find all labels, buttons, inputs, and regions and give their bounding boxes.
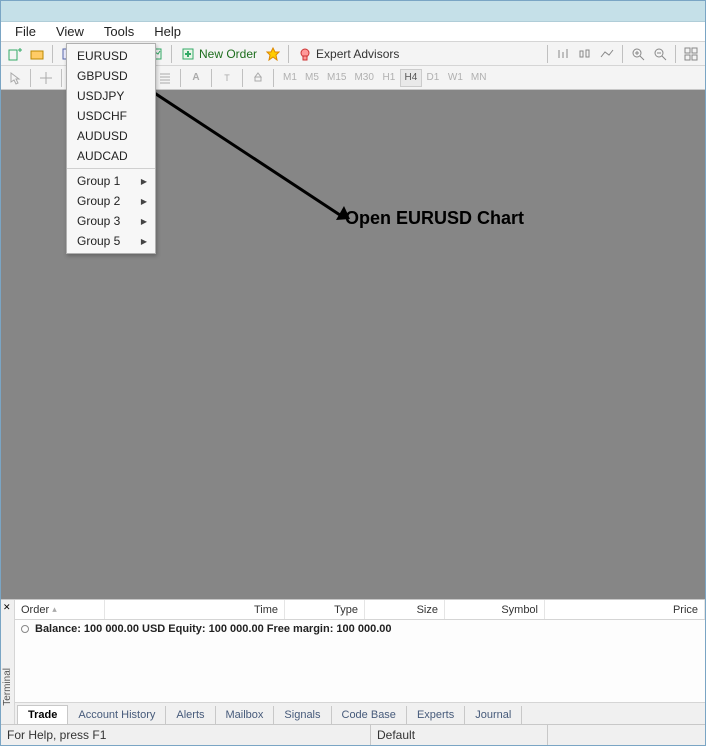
col-order[interactable]: Order ▴ (15, 600, 105, 619)
col-price[interactable]: Price (545, 600, 705, 619)
terminal-tab-mailbox[interactable]: Mailbox (216, 706, 275, 724)
symbol-item-eurusd[interactable]: EURUSD (67, 46, 155, 66)
toolbar-separator (547, 45, 548, 63)
timeframe-h4[interactable]: H4 (400, 69, 422, 87)
timeframe-d1[interactable]: D1 (422, 69, 444, 87)
col-symbol[interactable]: Symbol (445, 600, 545, 619)
menu-tools[interactable]: Tools (94, 22, 144, 41)
toolbar-separator (180, 69, 181, 87)
timeframe-m5[interactable]: M5 (301, 69, 323, 87)
toolbar-separator (61, 69, 62, 87)
shapes-icon[interactable] (248, 68, 268, 88)
col-type[interactable]: Type (285, 600, 365, 619)
cursor-icon[interactable] (5, 68, 25, 88)
new-chart-icon[interactable] (5, 44, 25, 64)
toolbar-separator (242, 69, 243, 87)
symbol-item-usdchf[interactable]: USDCHF (67, 106, 155, 126)
toolbar-separator (622, 45, 623, 63)
timeframe-m15[interactable]: M15 (323, 69, 350, 87)
timeframe-w1[interactable]: W1 (444, 69, 467, 87)
zoom-in-icon[interactable] (628, 44, 648, 64)
profile-folder-icon[interactable] (27, 44, 47, 64)
terminal-side-handle[interactable]: ✕ Terminal (1, 600, 15, 724)
timeframe-h1[interactable]: H1 (378, 69, 400, 87)
symbol-item-audusd[interactable]: AUDUSD (67, 126, 155, 146)
new-order-icon (181, 47, 195, 61)
timeframe-mn[interactable]: MN (467, 69, 491, 87)
text-icon[interactable]: A (186, 68, 206, 88)
close-icon[interactable]: ✕ (3, 602, 11, 613)
col-time[interactable]: Time (105, 600, 285, 619)
expert-advisors-button[interactable]: Expert Advisors (294, 44, 403, 64)
timeframe-m30[interactable]: M30 (350, 69, 377, 87)
annotation-label: Open EURUSD Chart (345, 208, 524, 229)
expert-advisors-label: Expert Advisors (316, 47, 399, 61)
terminal-label: Terminal (2, 668, 13, 706)
chevron-right-icon: ▶ (141, 177, 147, 186)
fibonacci-icon[interactable] (155, 68, 175, 88)
balance-status-icon (21, 625, 29, 633)
status-help: For Help, press F1 (1, 725, 371, 745)
toolbar-separator (273, 69, 274, 87)
terminal-tab-trade[interactable]: Trade (17, 705, 68, 724)
terminal-tab-signals[interactable]: Signals (274, 706, 331, 724)
menu-view[interactable]: View (46, 22, 94, 41)
symbols-dropdown: EURUSDGBPUSDUSDJPYUSDCHFAUDUSDAUDCAD Gro… (66, 43, 156, 254)
menu-bar: File View Tools Help (1, 22, 705, 42)
text-label-icon[interactable]: T (217, 68, 237, 88)
toolbar-separator (211, 69, 212, 87)
group-item-group-5[interactable]: Group 5▶ (67, 231, 155, 251)
terminal-tab-account-history[interactable]: Account History (68, 706, 166, 724)
toolbar-separator (675, 45, 676, 63)
terminal-tab-journal[interactable]: Journal (465, 706, 522, 724)
terminal-tab-code-base[interactable]: Code Base (332, 706, 407, 724)
chevron-right-icon: ▶ (141, 197, 147, 206)
terminal-tab-experts[interactable]: Experts (407, 706, 465, 724)
menu-help[interactable]: Help (144, 22, 191, 41)
toolbar-separator (30, 69, 31, 87)
group-item-group-3[interactable]: Group 3▶ (67, 211, 155, 231)
group-item-group-2[interactable]: Group 2▶ (67, 191, 155, 211)
terminal-panel: ✕ Terminal Order ▴ Time Type Size Symbol… (1, 599, 705, 724)
menu-file[interactable]: File (5, 22, 46, 41)
balance-row[interactable]: Balance: 100 000.00 USD Equity: 100 000.… (15, 620, 705, 638)
line-chart-icon[interactable] (597, 44, 617, 64)
symbol-item-audcad[interactable]: AUDCAD (67, 146, 155, 166)
bar-chart-icon[interactable] (553, 44, 573, 64)
metaeditor-icon[interactable] (263, 44, 283, 64)
toolbar-separator (288, 45, 289, 63)
dropdown-separator (67, 168, 155, 169)
balance-text: Balance: 100 000.00 USD Equity: 100 000.… (35, 623, 391, 635)
zoom-out-icon[interactable] (650, 44, 670, 64)
symbol-item-gbpusd[interactable]: GBPUSD (67, 66, 155, 86)
terminal-tabs: TradeAccount HistoryAlertsMailboxSignals… (15, 702, 705, 724)
candle-chart-icon[interactable] (575, 44, 595, 64)
chevron-right-icon: ▶ (141, 217, 147, 226)
group-item-group-1[interactable]: Group 1▶ (67, 171, 155, 191)
crosshair-icon[interactable] (36, 68, 56, 88)
terminal-tab-alerts[interactable]: Alerts (166, 706, 215, 724)
toolbar-separator (171, 45, 172, 63)
timeframe-m1[interactable]: M1 (279, 69, 301, 87)
new-order-button[interactable]: New Order (177, 44, 261, 64)
symbol-item-usdjpy[interactable]: USDJPY (67, 86, 155, 106)
expert-advisors-icon (298, 47, 312, 61)
terminal-column-headers: Order ▴ Time Type Size Symbol Price (15, 600, 705, 620)
status-bar: For Help, press F1 Default (1, 724, 705, 745)
status-profile[interactable]: Default (371, 725, 548, 745)
toolbar-separator (52, 45, 53, 63)
title-bar (1, 1, 705, 22)
status-connection (548, 725, 705, 745)
chevron-right-icon: ▶ (141, 237, 147, 246)
col-size[interactable]: Size (365, 600, 445, 619)
window-tile-icon[interactable] (681, 44, 701, 64)
new-order-label: New Order (199, 47, 257, 61)
